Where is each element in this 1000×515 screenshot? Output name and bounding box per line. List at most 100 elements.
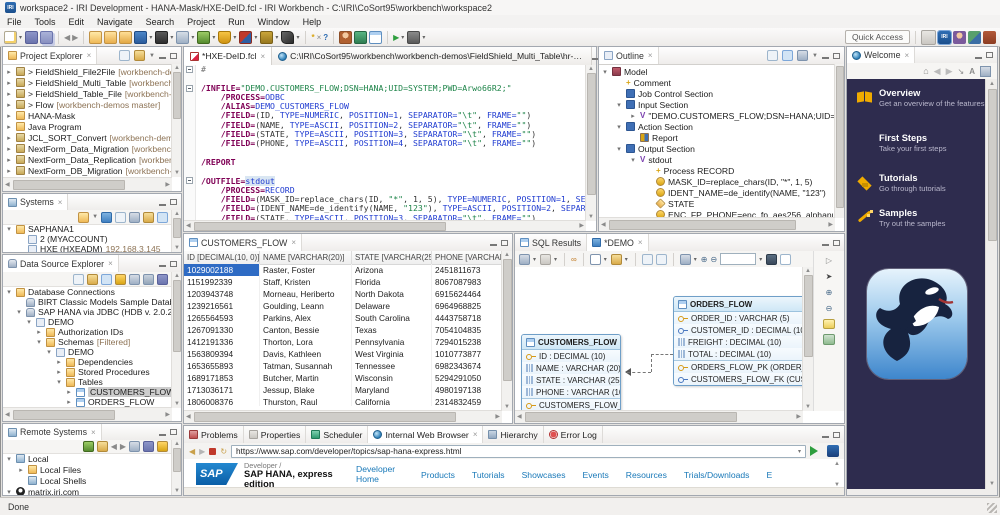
new-connection-caret-icon[interactable]: ▼	[92, 214, 98, 220]
table-cell[interactable]: Canton, Bessie	[260, 324, 352, 336]
code-line[interactable]	[201, 149, 586, 158]
close-icon[interactable]: ×	[260, 52, 265, 61]
tree-item-matrix-host[interactable]: ▾matrix.iri.com	[5, 486, 171, 495]
export-icon[interactable]	[119, 31, 132, 44]
editor-tab-hxe-deid[interactable]: *HXE-DeID.fcl ×	[184, 47, 272, 65]
entity-field[interactable]: ORDER_ID : VARCHAR (5)	[674, 312, 803, 324]
view-menu-icon[interactable]: ▼	[149, 53, 155, 59]
tree-item-dependencies[interactable]: ▸Dependencies	[5, 357, 171, 367]
vertical-scrollbar[interactable]: ▲ ▼	[985, 79, 997, 489]
tab-scheduler[interactable]: Scheduler	[306, 426, 368, 443]
outline-item-job-control[interactable]: Job Control Section	[601, 88, 834, 99]
maximize-icon[interactable]	[170, 261, 177, 267]
entity-field[interactable]: ID : DECIMAL (10)	[522, 350, 620, 362]
tree-item-jcl-sort-convert[interactable]: ▸JCL_SORT_Convert[workbench-demos mas	[5, 132, 171, 143]
menu-project[interactable]: Project	[187, 17, 215, 27]
minimize-icon[interactable]	[159, 434, 166, 436]
perspective-qa-icon[interactable]	[953, 31, 966, 44]
person-icon[interactable]	[339, 31, 352, 44]
table-cell[interactable]: 8067087983	[432, 276, 502, 288]
quill-icon[interactable]	[281, 31, 294, 44]
table-cell[interactable]: Texas	[352, 324, 432, 336]
tab-data-source-explorer[interactable]: Data Source Explorer ×	[3, 255, 119, 272]
outline-item-process-record[interactable]: +Process RECORD	[601, 165, 834, 176]
table-icon[interactable]	[369, 31, 382, 44]
menu-tools[interactable]: Tools	[35, 17, 56, 27]
link-editor-icon[interactable]	[134, 50, 145, 61]
url-input[interactable]: https://www.sap.com/developer/topics/sap…	[231, 445, 806, 458]
import-icon[interactable]	[104, 31, 117, 44]
customize-icon[interactable]	[980, 66, 991, 77]
table-cell[interactable]: Tennessee	[352, 360, 432, 372]
close-icon[interactable]: ×	[648, 51, 653, 60]
tab-demo-diagram[interactable]: *DEMO ×	[587, 234, 649, 251]
tree-item-java-program[interactable]: ▸Java Program	[5, 121, 171, 132]
hammer-caret-icon[interactable]: ▾	[275, 34, 278, 41]
table-cell[interactable]: Raster, Foster	[260, 264, 352, 276]
stop-icon[interactable]	[209, 448, 216, 455]
tab-internal-web-browser[interactable]: Internal Web Browser×	[368, 426, 483, 443]
code-line[interactable]: /REPORT	[201, 158, 586, 167]
collapse-tree-icon[interactable]	[115, 212, 126, 223]
horizontal-scrollbar[interactable]: ◀▶	[3, 177, 172, 191]
tree-item-myaccount[interactable]: 2 (MYACCOUNT)	[5, 234, 171, 244]
cosort-orca-logo[interactable]	[867, 269, 967, 379]
table-cell[interactable]: 1412191336	[184, 336, 260, 348]
minimize-icon[interactable]	[822, 244, 829, 246]
relationship-caret-icon[interactable]: ▾	[625, 256, 628, 263]
fold-marker-icon[interactable]	[186, 177, 193, 184]
entity-key[interactable]: ORDERS_FLOW_PK (ORDER_ID)	[674, 360, 803, 373]
maximize-icon[interactable]	[170, 429, 177, 435]
arrange-icon[interactable]	[540, 254, 551, 265]
quill-caret-icon[interactable]: ▾	[296, 34, 299, 41]
table-cell[interactable]: 1267091330	[184, 324, 260, 336]
auto-connect-icon[interactable]	[101, 274, 112, 285]
minimize-icon[interactable]	[159, 57, 166, 59]
shield-caret-icon[interactable]: ▾	[233, 34, 236, 41]
horizontal-scrollbar[interactable]: ◀▶	[184, 220, 586, 231]
table-row[interactable]: 1653655893Tatman, SusannahTennessee69823…	[184, 360, 502, 372]
table-cell[interactable]: 1265564593	[184, 312, 260, 324]
tree-item-saphana1[interactable]: ▾SAPHANA1	[5, 224, 171, 234]
table-cell[interactable]: 1563809394	[184, 348, 260, 360]
outline-item-state[interactable]: STATE	[601, 198, 834, 209]
tab-error-log[interactable]: Error Log	[544, 426, 603, 443]
zoom-level-select[interactable]	[720, 253, 756, 265]
tree-item-birt-db[interactable]: BIRT Classic Models Sample Database	[5, 297, 171, 307]
outline-item-model[interactable]: ▾Model	[601, 66, 834, 77]
nav-more[interactable]: E	[766, 470, 772, 480]
table-cell[interactable]: 1010773877	[432, 348, 502, 360]
table-cell[interactable]: West Virginia	[352, 348, 432, 360]
forward-icon[interactable]: ▶	[199, 446, 205, 457]
palette-collapse-icon[interactable]: ▷	[826, 255, 832, 266]
table-cell[interactable]: Staff, Kristen	[260, 276, 352, 288]
close-icon[interactable]: ×	[91, 428, 96, 437]
table-cell[interactable]: 1689171853	[184, 372, 260, 384]
new-connection-icon[interactable]	[83, 441, 94, 452]
tree-item-stored-procedures[interactable]: ▸Stored Procedures	[5, 367, 171, 377]
note-icon[interactable]	[823, 319, 835, 329]
nav-events[interactable]: Events	[583, 470, 609, 480]
link-icon[interactable]: ∞	[571, 254, 577, 265]
column-header-id[interactable]: ID [DECIMAL(10, 0)]	[184, 251, 260, 264]
table-row[interactable]: 1151992339Staff, KristenFlorida806708798…	[184, 276, 502, 288]
resize-grip[interactable]	[987, 503, 997, 513]
highlight-icon[interactable]	[782, 50, 793, 61]
sortcl-job-icon[interactable]	[134, 31, 147, 44]
vertical-scrollbar[interactable]: ▲▼	[171, 64, 181, 177]
shield-job-icon[interactable]	[218, 31, 231, 44]
welcome-link-tutorials[interactable]: Tutorials	[879, 173, 918, 183]
maximize-icon[interactable]	[170, 199, 177, 205]
entity-orders-flow[interactable]: ORDERS_FLOW ORDER_ID : VARCHAR (5) CUSTO…	[673, 296, 803, 386]
save-icon[interactable]	[25, 31, 38, 44]
redo-icon[interactable]: ▶	[72, 32, 78, 43]
vertical-scrollbar[interactable]: ▲▼	[171, 210, 181, 252]
horizontal-scrollbar[interactable]: ◀▶	[599, 217, 835, 231]
table-cell[interactable]: 6964968825	[432, 300, 502, 312]
table-row[interactable]: 1689171853Butcher, MartinWisconsin529429…	[184, 372, 502, 384]
maximize-icon[interactable]	[986, 52, 993, 58]
fieldshield-job-icon[interactable]	[155, 31, 168, 44]
table-row[interactable]: 1203943748Morneau, HeribertoNorth Dakota…	[184, 288, 502, 300]
nav-resources[interactable]: Resources	[626, 470, 667, 480]
horizontal-scrollbar[interactable]: ◀▶	[184, 410, 502, 423]
